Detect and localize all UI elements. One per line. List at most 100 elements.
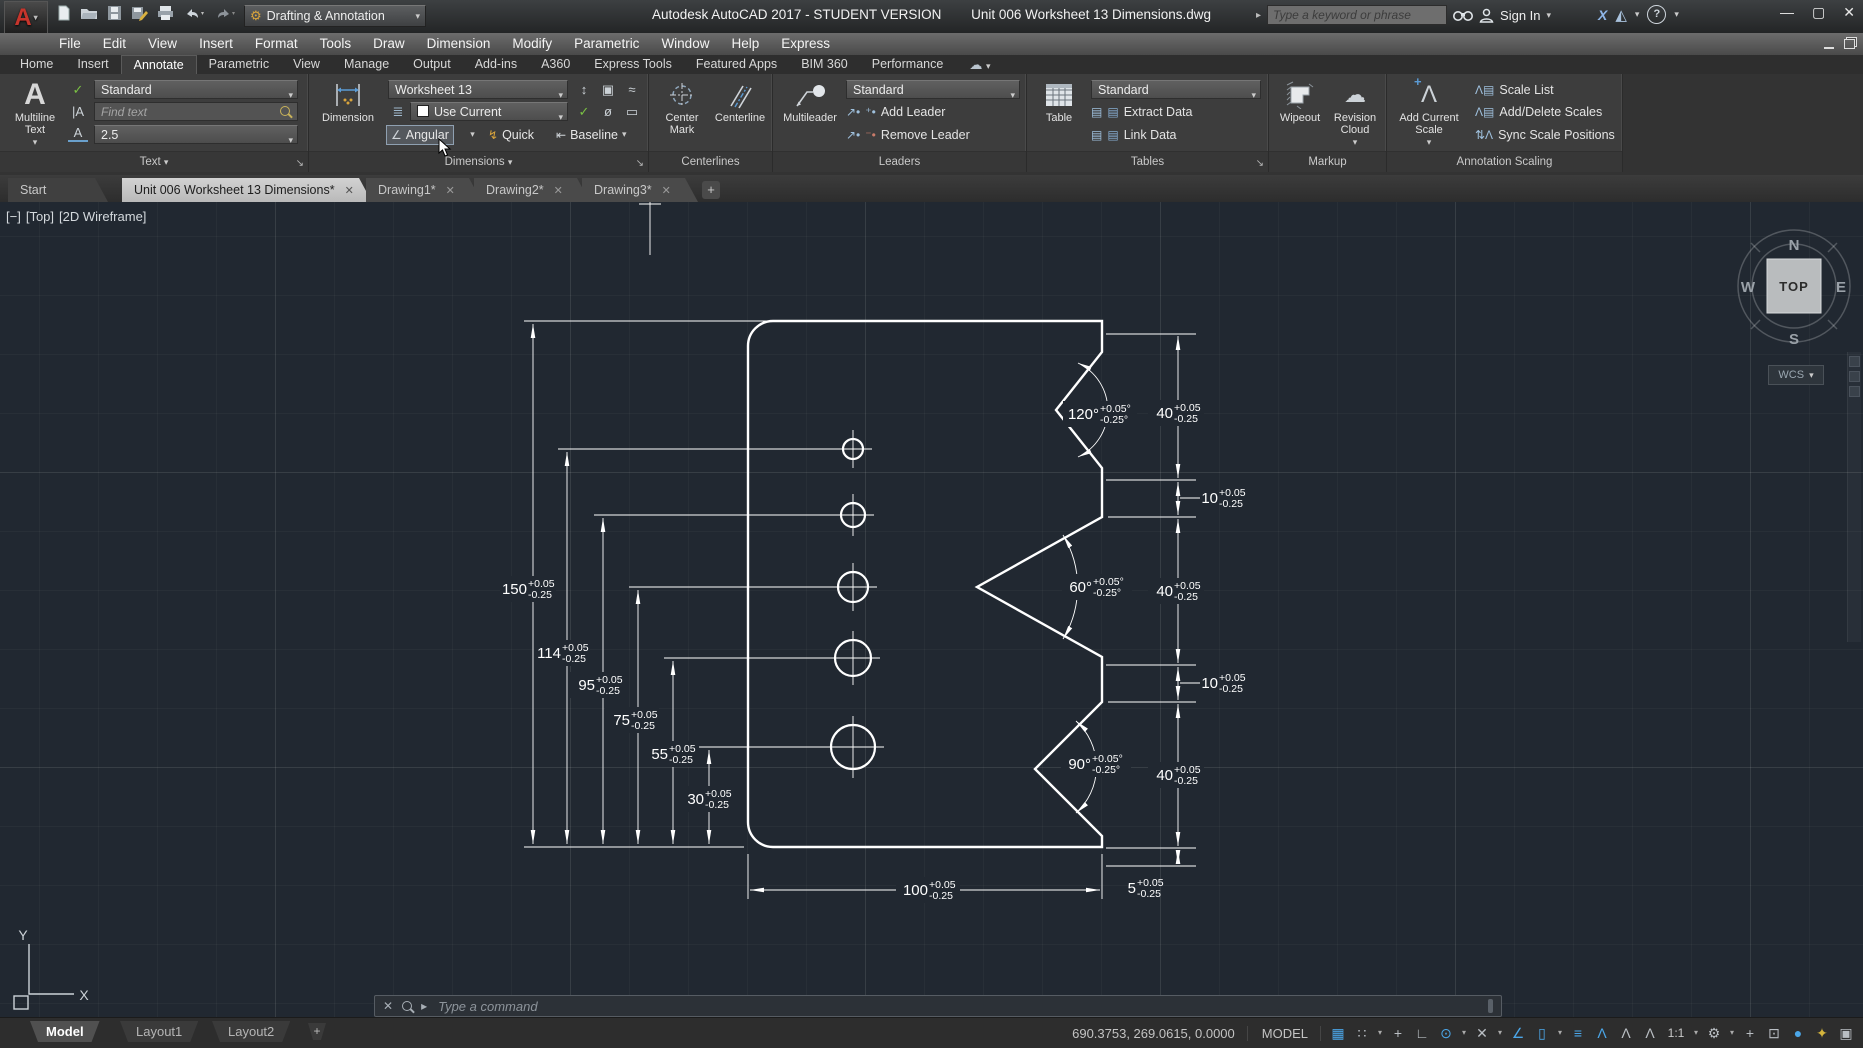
plot-icon[interactable]	[157, 5, 174, 21]
connect-cloud-icon[interactable]: ☁ ▾	[969, 55, 990, 74]
grid-display-icon[interactable]: ▦	[1327, 1022, 1349, 1044]
scale-list-button[interactable]: Λ▤Scale List	[1475, 80, 1554, 99]
dim-jog-line-icon[interactable]: ≈	[622, 80, 642, 99]
tab-output[interactable]: Output	[401, 55, 463, 74]
search-binoculars-icon[interactable]	[1453, 8, 1473, 22]
workspace-gear-icon[interactable]: ⚙	[1703, 1022, 1725, 1044]
text-style-combo[interactable]: Standard▾	[94, 80, 298, 99]
menu-edit[interactable]: Edit	[92, 33, 137, 55]
link-data-button[interactable]: ▤▤Link Data	[1091, 125, 1177, 144]
new-layout-button[interactable]: +	[308, 1023, 326, 1040]
menu-parametric[interactable]: Parametric	[563, 33, 650, 55]
model-space-indicator[interactable]: MODEL	[1250, 1026, 1321, 1041]
angular-flyout-caret-icon[interactable]: ▾	[466, 125, 479, 144]
menu-view[interactable]: View	[137, 33, 188, 55]
infer-constraints-icon[interactable]: +	[1387, 1022, 1409, 1044]
close-button[interactable]: ✕	[1843, 4, 1855, 21]
lineweight-icon[interactable]: ≡	[1567, 1022, 1589, 1044]
dim-adjust-space-icon[interactable]: ↕	[574, 80, 594, 99]
revision-cloud-button[interactable]: ☁ Revision Cloud ▾	[1328, 78, 1382, 148]
annotation-monitor-icon[interactable]: ⊡	[1763, 1022, 1785, 1044]
panel-footer-dimensions[interactable]: Dimensions ▾	[309, 151, 648, 172]
object-snap-tracking-icon[interactable]: ∠	[1507, 1022, 1529, 1044]
multileader-style-combo[interactable]: Standard▾	[846, 80, 1020, 99]
multiline-text-button[interactable]: A Multiline Text ▾	[6, 78, 64, 148]
add-leader-button[interactable]: ↗•⁺•Add Leader	[846, 102, 945, 121]
close-icon[interactable]: ✕	[662, 185, 671, 197]
dimensions-dialog-launcher-icon[interactable]: ↘	[636, 158, 644, 169]
panel-footer-annotation-scaling[interactable]: Annotation Scaling	[1387, 151, 1622, 172]
tab-drawing3[interactable]: Drawing3*✕	[582, 178, 698, 202]
tab-view[interactable]: View	[281, 55, 332, 74]
command-input[interactable]	[436, 998, 1479, 1015]
table-button[interactable]: Table	[1032, 78, 1086, 124]
panel-footer-tables[interactable]: Tables	[1027, 151, 1268, 172]
quick-dimension-button[interactable]: ↯Quick	[484, 125, 538, 144]
tab-annotate[interactable]: Annotate	[121, 55, 197, 74]
menu-insert[interactable]: Insert	[188, 33, 244, 55]
tables-dialog-launcher-icon[interactable]: ↘	[1256, 158, 1264, 169]
tab-insert[interactable]: Insert	[65, 55, 120, 74]
layout2-tab[interactable]: Layout2	[212, 1021, 290, 1042]
maximize-button[interactable]: ▢	[1812, 4, 1825, 21]
osnap-menu-icon[interactable]: ▾	[1555, 1022, 1565, 1044]
panel-footer-text[interactable]: Text ▾	[0, 151, 308, 172]
doc-minimize-button[interactable]	[1824, 47, 1834, 49]
menu-modify[interactable]: Modify	[501, 33, 563, 55]
clean-screen-icon[interactable]: ▣	[1835, 1022, 1857, 1044]
panel-footer-centerlines[interactable]: Centerlines	[649, 151, 772, 172]
iso-menu-icon[interactable]: ▾	[1495, 1022, 1505, 1044]
tab-home[interactable]: Home	[8, 55, 65, 74]
dynamic-input-icon[interactable]: ▯	[1531, 1022, 1553, 1044]
close-icon[interactable]: ✕	[446, 185, 455, 197]
menu-window[interactable]: Window	[650, 33, 720, 55]
snap-menu-icon[interactable]: ▾	[1375, 1022, 1385, 1044]
dim-style-combo[interactable]: Worksheet 13▾	[388, 80, 568, 99]
navigation-bar-strip[interactable]	[1847, 352, 1861, 642]
viewcube[interactable]: N W E S TOP	[1738, 230, 1850, 348]
coordinates-readout[interactable]: 690.3753, 269.0615, 0.0000	[1072, 1026, 1248, 1041]
menu-draw[interactable]: Draw	[362, 33, 416, 55]
baseline-dimension-button[interactable]: ⇤Baseline▾	[552, 125, 631, 144]
extract-data-button[interactable]: ▤▤Extract Data	[1091, 102, 1192, 121]
redo-icon[interactable]	[214, 5, 236, 21]
menu-format[interactable]: Format	[244, 33, 309, 55]
viewcube-west[interactable]: W	[1741, 279, 1756, 296]
search-expand-icon[interactable]: ▸	[1256, 10, 1261, 21]
annotation-scale-icon[interactable]: Λ	[1639, 1022, 1661, 1044]
center-mark-button[interactable]: Center Mark	[654, 78, 710, 136]
save-as-icon[interactable]	[131, 5, 148, 21]
find-search-icon[interactable]	[280, 106, 290, 116]
menu-dimension[interactable]: Dimension	[416, 33, 502, 55]
command-scroll-handle[interactable]	[1488, 999, 1493, 1013]
application-menu-button[interactable]: A▾	[4, 1, 48, 34]
tab-drawing2[interactable]: Drawing2*✕	[474, 178, 590, 202]
open-file-icon[interactable]	[80, 5, 98, 21]
navbar-icon[interactable]	[1849, 356, 1860, 367]
tab-start[interactable]: Start	[8, 178, 108, 202]
dimension-button[interactable]: Dimension	[316, 78, 380, 124]
layout1-tab[interactable]: Layout1	[120, 1021, 198, 1042]
customization-icon[interactable]: +	[1739, 1022, 1761, 1044]
polar-tracking-icon[interactable]: ⊙	[1435, 1022, 1457, 1044]
scale-menu-icon[interactable]: ▾	[1691, 1022, 1701, 1044]
table-style-combo[interactable]: Standard▾	[1091, 80, 1261, 99]
add-delete-scales-button[interactable]: Λ▤Add/Delete Scales	[1475, 102, 1602, 121]
wcs-control[interactable]: WCS▾	[1768, 365, 1824, 385]
isometric-drafting-icon[interactable]: ✕	[1471, 1022, 1493, 1044]
minimize-button[interactable]: —	[1780, 4, 1794, 21]
snap-grid-icon[interactable]: ∷	[1351, 1022, 1373, 1044]
tab-current-drawing[interactable]: Unit 006 Worksheet 13 Dimensions*✕	[122, 178, 372, 202]
text-height-combo[interactable]: 2.5▾	[94, 125, 298, 144]
model-space-canvas[interactable]: [−] [Top] [2D Wireframe]	[0, 202, 1863, 1017]
navbar-icon[interactable]	[1849, 386, 1860, 397]
viewcube-east[interactable]: E	[1836, 279, 1846, 296]
save-icon[interactable]	[107, 5, 122, 21]
panel-footer-markup[interactable]: Markup	[1269, 151, 1386, 172]
dim-layer-combo[interactable]: Use Current▾	[410, 102, 568, 121]
help-icon[interactable]: ?	[1647, 5, 1666, 24]
sync-scale-positions-button[interactable]: ⇅ΛSync Scale Positions	[1475, 125, 1615, 144]
workspace-menu-icon[interactable]: ▾	[1727, 1022, 1737, 1044]
menu-file[interactable]: File	[48, 33, 92, 55]
find-text-input[interactable]	[94, 102, 298, 121]
